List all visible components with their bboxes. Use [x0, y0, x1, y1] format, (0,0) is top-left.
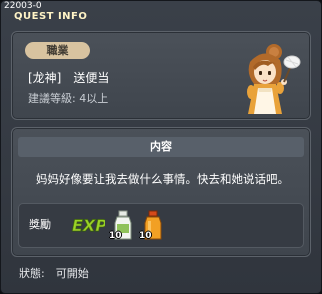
reward-item-orange-potion[interactable]: 10 — [139, 209, 165, 243]
exp-icon: EXP EXP — [71, 213, 108, 236]
quest-content-panel: 内容 妈妈好像要让我去做什么事情。快去和她说话吧。 獎勵 EXP EXP 10 — [11, 127, 311, 257]
quest-description: 妈妈好像要让我去做什么事情。快去和她说话吧。 — [36, 172, 289, 186]
quest-level-requirement: 建議等級: 4以上 — [28, 92, 109, 105]
window-title: QUEST INFO — [14, 11, 88, 22]
quest-name: [龙神] 送便当 — [28, 71, 110, 85]
window-titlebar[interactable]: 22003-0 QUEST INFO — [4, 1, 104, 23]
job-badge: 職業 — [25, 42, 90, 59]
quest-status: 狀態: 可開始 — [19, 267, 89, 280]
reward-label: 獎勵 — [29, 218, 51, 231]
item-count: 10 — [139, 231, 152, 241]
quest-info-window: 22003-0 QUEST INFO 職業 [龙神] 送便当 建議等級: 4以上 — [0, 0, 322, 294]
content-header: 内容 — [18, 137, 304, 157]
item-count: 10 — [109, 231, 122, 241]
svg-text:EXP: EXP — [72, 216, 105, 235]
npc-portrait — [224, 40, 302, 118]
reward-box: 獎勵 EXP EXP 10 10 — [18, 203, 304, 248]
quest-summary-panel: 職業 [龙神] 送便当 建議等級: 4以上 — [11, 31, 311, 120]
reward-item-milk[interactable]: 10 — [109, 209, 135, 243]
